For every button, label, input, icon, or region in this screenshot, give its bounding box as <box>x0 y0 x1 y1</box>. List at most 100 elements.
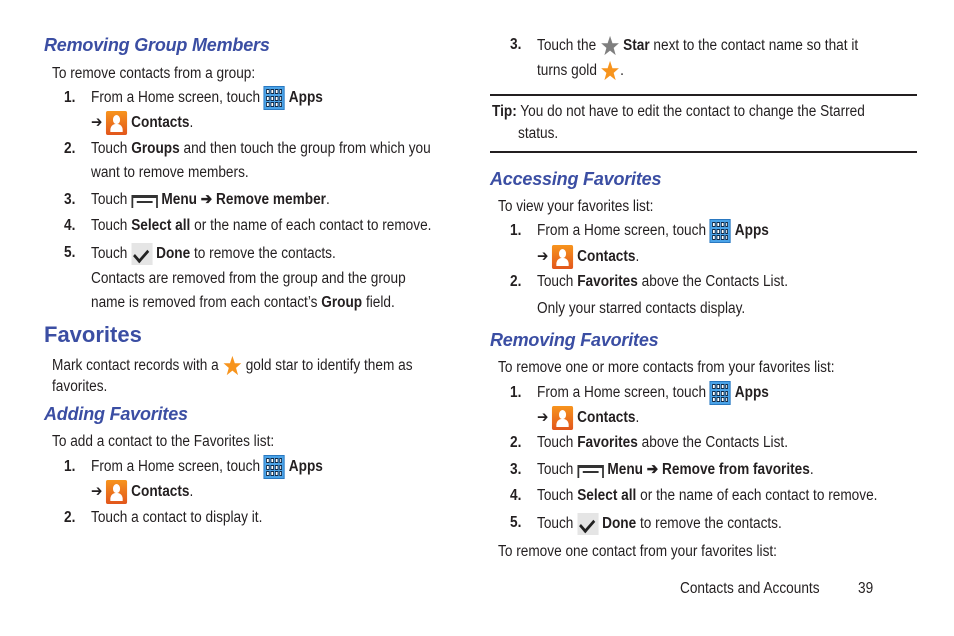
step-number: 3. <box>64 191 76 208</box>
step-text-pre: Touch <box>537 487 574 504</box>
step-text-pre: turns gold <box>537 62 597 80</box>
intro-text: To view your favorites list: <box>498 198 654 215</box>
note-text-post: field. <box>365 294 395 311</box>
arrow-icon: ➔ <box>91 114 103 132</box>
contacts-icon <box>106 111 128 135</box>
period: . <box>635 409 640 427</box>
gray-star-icon <box>600 35 619 56</box>
bold-term: Select all <box>577 487 637 504</box>
tip-text-line2: status. <box>518 125 559 142</box>
bold-term: Done <box>602 515 637 533</box>
bold-term: Select all <box>131 217 191 234</box>
period: . <box>620 62 624 80</box>
intro-text: To remove contacts from a group: <box>52 65 256 82</box>
contacts-label: Contacts <box>577 248 636 266</box>
step-number: 1. <box>510 222 522 239</box>
gold-star-icon <box>601 60 620 81</box>
bold-term: Done <box>156 245 191 263</box>
period: . <box>635 248 640 266</box>
note-text-pre: name is removed from each contact’s <box>91 294 318 311</box>
bold-term: Remove member <box>216 191 326 208</box>
apps-label: Apps <box>734 384 769 402</box>
apps-label: Apps <box>734 222 769 240</box>
step-number: 5. <box>510 514 522 531</box>
step-text: Touch Groups and then touch the group fr… <box>91 139 431 159</box>
checkmark-icon <box>131 243 153 265</box>
period: . <box>189 114 194 132</box>
apps-grid-icon <box>263 86 285 110</box>
step-number: 1. <box>64 89 76 106</box>
step-text: From a Home screen, touch Apps <box>91 86 323 110</box>
step-text-post: above the Contacts List. <box>641 434 788 451</box>
step-text-pre: Touch <box>91 140 128 157</box>
period: . <box>325 191 330 208</box>
step-text: Touch a contact to display it. <box>91 509 263 526</box>
menu-icon <box>577 462 604 478</box>
step-text: Touch Select all or the name of each con… <box>537 486 877 506</box>
step-text-post: to remove the contacts. <box>640 515 782 533</box>
step-text-post: next to the contact name so that it <box>653 37 859 55</box>
step-number: 2. <box>510 434 522 451</box>
arrow-icon: ➔ <box>200 191 213 208</box>
contacts-label: Contacts <box>131 114 190 132</box>
step-text-line2: turns gold . <box>537 60 624 82</box>
step-text: Touch Favorites above the Contacts List. <box>537 272 788 292</box>
step-text-line2: want to remove members. <box>91 164 249 181</box>
step-number: 2. <box>510 273 522 290</box>
bold-term: Groups <box>131 140 180 157</box>
checkmark-icon <box>577 513 599 535</box>
arrow-icon: ➔ <box>91 483 103 501</box>
menu-label: Menu <box>161 191 198 208</box>
step-text: From a Home screen, touch Apps <box>537 219 769 243</box>
note-text: Contacts are removed from the group and … <box>91 270 406 287</box>
intro-text: To remove one or more contacts from your… <box>498 359 835 376</box>
step-number: 4. <box>64 217 76 234</box>
step-text: Touch Done to remove the contacts. <box>537 513 782 535</box>
step-text: Touch the Star next to the contact name … <box>537 35 858 57</box>
step-number: 2. <box>64 140 76 157</box>
arrow-icon: ➔ <box>537 248 549 266</box>
step-number: 3. <box>510 461 522 478</box>
step-number: 4. <box>510 487 522 504</box>
step-text-pre: Touch <box>91 217 128 234</box>
step-text-line2: ➔ Contacts. <box>91 480 193 504</box>
section-heading-accessing-favorites: Accessing Favorites <box>490 169 662 189</box>
tip-bottom-rule <box>490 151 917 153</box>
step-text: From a Home screen, touch Apps <box>537 381 769 405</box>
arrow-icon: ➔ <box>537 409 549 427</box>
contacts-label: Contacts <box>577 409 636 427</box>
step-number: 2. <box>64 509 76 526</box>
section-heading-removing-group-members: Removing Group Members <box>44 35 270 55</box>
step-text-line2: ➔ Contacts. <box>537 245 639 269</box>
bold-term: Group <box>321 294 363 311</box>
step-text-post: and then touch the group from which you <box>183 140 431 157</box>
arrow-icon: ➔ <box>646 461 659 478</box>
step-text-pre: Touch <box>91 245 128 263</box>
gold-star-icon <box>223 355 242 376</box>
step-text-pre: From a Home screen, touch <box>91 89 261 107</box>
tip-text: Tip: You do not have to edit the contact… <box>492 102 865 122</box>
step-text-pre: From a Home screen, touch <box>537 222 707 240</box>
contacts-icon <box>552 245 574 269</box>
contacts-icon <box>106 480 128 504</box>
menu-label: Menu <box>607 461 644 478</box>
favorites-description-line2: favorites. <box>52 378 108 395</box>
step-text-post: to remove the contacts. <box>194 245 336 263</box>
step-text-pre: Touch <box>537 461 574 478</box>
step-text-line2: ➔ Contacts. <box>91 111 193 135</box>
footer-section-title: Contacts and Accounts <box>680 580 820 597</box>
step-text: Touch Done to remove the contacts. <box>91 243 336 265</box>
step-text: Touch Menu ➔ Remove member. <box>91 190 330 210</box>
step-text-post: above the Contacts List. <box>641 273 788 290</box>
bold-term: Favorites <box>577 273 638 290</box>
tip-top-rule <box>490 94 917 96</box>
contacts-label: Contacts <box>131 483 190 501</box>
text-post: gold star to identify them as <box>245 357 413 375</box>
note-text: Only your starred contacts display. <box>537 300 746 317</box>
step-text: From a Home screen, touch Apps <box>91 455 323 479</box>
bold-term: Star <box>623 37 650 55</box>
note-text: name is removed from each contact’s Grou… <box>91 293 395 313</box>
period: . <box>809 461 814 478</box>
step-text-pre: Touch <box>537 515 574 533</box>
apps-label: Apps <box>288 458 323 476</box>
